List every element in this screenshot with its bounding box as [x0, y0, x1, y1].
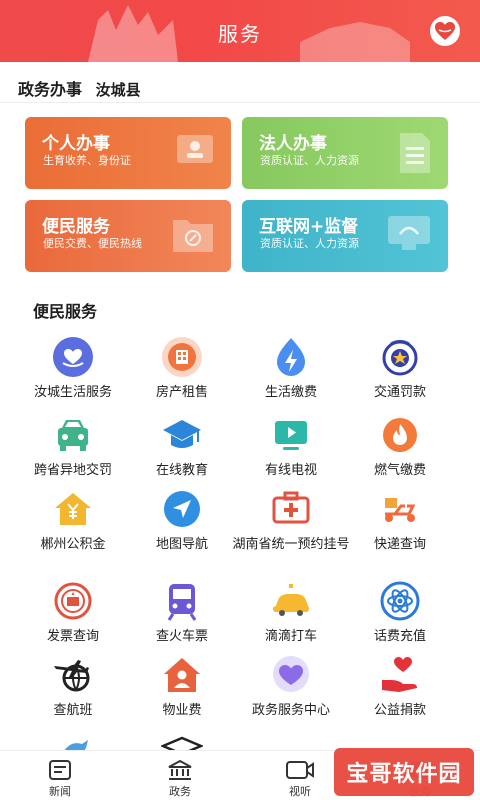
nav-government[interactable]: 政务: [140, 757, 220, 799]
service-label: 交通罚款: [373, 385, 426, 400]
service-item[interactable]: 快递查询: [340, 488, 460, 554]
service-item[interactable]: 地图导航: [122, 488, 242, 554]
service-label: 郴州公积金: [40, 537, 106, 552]
monitor-icon: [386, 214, 432, 258]
service-item[interactable]: 有线电视: [231, 414, 351, 480]
nav-news[interactable]: 新闻: [20, 757, 100, 799]
car-icon: [52, 414, 94, 456]
service-item[interactable]: 政务服务中心: [231, 654, 351, 720]
police-badge-icon: [379, 336, 421, 378]
service-item[interactable]: 滴滴打车: [231, 580, 351, 646]
service-label: 湖南省统一预约挂号: [232, 537, 350, 552]
train-icon: [161, 580, 203, 622]
service-label: 快递查询: [373, 537, 426, 552]
watermark: 宝哥软件园: [334, 748, 474, 796]
service-item[interactable]: 在线教育: [122, 414, 242, 480]
service-item[interactable]: 发票查询: [13, 580, 133, 646]
card-subtitle: 资质认证、人力资源: [260, 237, 359, 250]
heart-hand-icon: [52, 336, 94, 378]
service-item[interactable]: 话费充值: [340, 580, 460, 646]
nav-label: 视听: [289, 785, 311, 798]
service-item[interactable]: 查航班: [13, 654, 133, 720]
service-item[interactable]: 郴州公积金: [13, 488, 133, 554]
lightning-icon: [270, 336, 312, 378]
atom-icon: [379, 580, 421, 622]
heart-badge-icon[interactable]: [430, 16, 460, 46]
house-yen-icon: [52, 488, 94, 530]
card-personal-affairs[interactable]: 个人办事 生育收养、身份证: [25, 117, 231, 189]
service-label: 在线教育: [155, 463, 208, 478]
card-internet-supervision[interactable]: 互联网+监督 资质认证、人力资源: [242, 200, 448, 272]
card-title: 法人办事: [259, 134, 327, 154]
video-icon: [260, 757, 340, 783]
card-subtitle: 便民交费、便民热线: [43, 237, 142, 250]
service-label: 政务服务中心: [251, 703, 330, 718]
heart-chat-icon: [270, 654, 312, 696]
service-item[interactable]: 查火车票: [122, 580, 242, 646]
news-icon: [20, 757, 100, 783]
location-bar: 政务办事 汝城县: [18, 76, 141, 100]
service-item[interactable]: 生活缴费: [231, 336, 351, 402]
document-icon: [398, 131, 432, 179]
service-label: 跨省异地交罚: [33, 463, 112, 478]
card-title: 便民服务: [42, 217, 110, 237]
service-label: 发票查询: [46, 629, 99, 644]
donation-heart-icon: [379, 654, 421, 696]
flame-icon: [379, 414, 421, 456]
service-label: 查航班: [53, 703, 93, 718]
service-item[interactable]: 湖南省统一预约挂号: [231, 488, 351, 554]
service-item[interactable]: 燃气缴费: [340, 414, 460, 480]
id-card-icon: [175, 131, 215, 171]
service-item[interactable]: 公益捐款: [340, 654, 460, 720]
nav-label: 政务: [169, 785, 191, 798]
delivery-scooter-icon: [379, 488, 421, 530]
card-title: 个人办事: [42, 134, 110, 154]
service-label: 生活缴费: [264, 385, 317, 400]
service-item[interactable]: 交通罚款: [340, 336, 460, 402]
plane-globe-icon: [52, 654, 94, 696]
service-label: 汝城生活服务: [33, 385, 112, 400]
taxi-icon: [270, 580, 312, 622]
home-user-icon: [161, 654, 203, 696]
building-icon: [161, 336, 203, 378]
top-header: 服务: [0, 0, 480, 62]
divider: [0, 102, 480, 103]
page-title: 服务: [218, 22, 262, 46]
stamp-icon: [52, 580, 94, 622]
location-city[interactable]: 汝城县: [96, 81, 141, 99]
service-label: 有线电视: [264, 463, 317, 478]
card-subtitle: 资质认证、人力资源: [260, 154, 359, 167]
government-icon: [140, 757, 220, 783]
section-title: 便民服务: [33, 302, 98, 321]
card-convenience-services[interactable]: 便民服务 便民交费、便民热线: [25, 200, 231, 272]
tv-icon: [270, 414, 312, 456]
service-label: 物业费: [162, 703, 202, 718]
card-subtitle: 生育收养、身份证: [43, 154, 131, 167]
navigation-icon: [161, 488, 203, 530]
medical-kit-icon: [270, 488, 312, 530]
service-label: 查火车票: [155, 629, 208, 644]
graduation-cap-icon: [161, 414, 203, 456]
nav-label: 新闻: [49, 785, 71, 798]
service-label: 话费充值: [373, 629, 426, 644]
service-item[interactable]: 汝城生活服务: [13, 336, 133, 402]
service-label: 公益捐款: [373, 703, 426, 718]
service-item[interactable]: 跨省异地交罚: [13, 414, 133, 480]
service-label: 燃气缴费: [373, 463, 426, 478]
service-item[interactable]: 物业费: [122, 654, 242, 720]
service-label: 地图导航: [155, 537, 208, 552]
folder-icon: [171, 214, 215, 258]
nav-video[interactable]: 视听: [260, 757, 340, 799]
card-legal-affairs[interactable]: 法人办事 资质认证、人力资源: [242, 117, 448, 189]
service-label: 滴滴打车: [264, 629, 317, 644]
card-title: 互联网+监督: [259, 217, 359, 237]
service-item[interactable]: 房产租售: [122, 336, 242, 402]
location-label: 政务办事: [18, 80, 83, 99]
service-label: 房产租售: [155, 385, 208, 400]
